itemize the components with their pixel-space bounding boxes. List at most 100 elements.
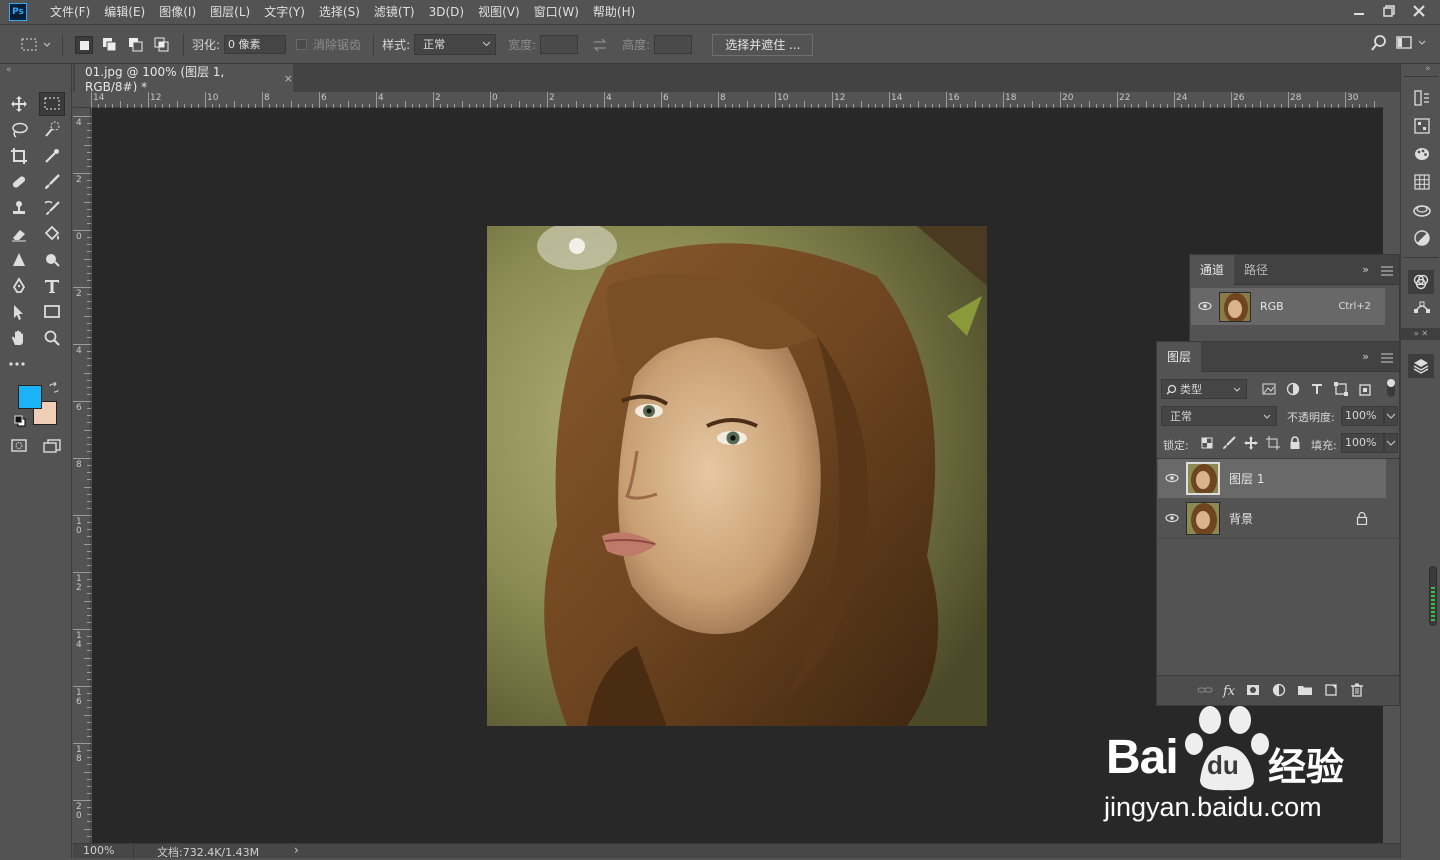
close-document-icon[interactable]: × <box>284 72 293 85</box>
document-image[interactable] <box>487 226 987 726</box>
libraries-panel-icon[interactable] <box>1412 200 1432 220</box>
paint-bucket-tool-icon[interactable] <box>39 222 65 246</box>
filter-smart-object-icon[interactable] <box>1357 381 1373 400</box>
blend-mode-dropdown[interactable]: 正常 <box>1161 406 1277 426</box>
pen-tool-icon[interactable] <box>6 274 32 298</box>
menu-help[interactable]: 帮助(H) <box>586 0 642 25</box>
lock-position-icon[interactable] <box>1243 435 1259 454</box>
eraser-tool-icon[interactable] <box>6 222 32 246</box>
color-panel-icon[interactable] <box>1412 144 1432 164</box>
width-input[interactable] <box>540 35 579 54</box>
history-brush-tool-icon[interactable] <box>39 196 65 220</box>
layer-name[interactable]: 图层 1 <box>1229 470 1264 487</box>
rectangle-tool-icon[interactable] <box>39 300 65 324</box>
blur-tool-icon[interactable] <box>6 248 32 272</box>
edit-toolbar-icon[interactable] <box>6 352 32 376</box>
menu-view[interactable]: 视图(V) <box>471 0 527 25</box>
new-adjustment-layer-icon[interactable] <box>1271 682 1287 701</box>
filter-shape-icon[interactable] <box>1333 381 1349 400</box>
eyedropper-tool-icon[interactable] <box>39 144 65 168</box>
tab-paths[interactable]: 路径 <box>1234 255 1278 285</box>
tab-channels[interactable]: 通道 <box>1190 254 1235 285</box>
status-menu-arrow-icon[interactable]: › <box>294 843 299 857</box>
menu-3d[interactable]: 3D(D) <box>422 0 471 25</box>
workspace-icon[interactable] <box>1394 34 1430 54</box>
path-selection-tool-icon[interactable] <box>6 300 32 324</box>
move-tool-icon[interactable] <box>6 92 32 116</box>
type-tool-icon[interactable] <box>39 274 65 298</box>
restore-icon[interactable] <box>1374 0 1404 22</box>
eye-icon[interactable] <box>1191 300 1219 314</box>
menu-select[interactable]: 选择(S) <box>312 0 367 25</box>
channels-panel-icon[interactable] <box>1408 270 1434 294</box>
menu-layer[interactable]: 图层(L) <box>203 0 257 25</box>
feather-input[interactable]: 0 像素 <box>224 35 287 54</box>
layer-filter-dropdown[interactable]: 类型 <box>1161 379 1247 399</box>
lock-all-icon[interactable] <box>1287 435 1303 454</box>
zoom-level[interactable]: 100% <box>83 844 114 857</box>
panel-collapse-icon[interactable]: » <box>1362 350 1369 363</box>
minimize-icon[interactable] <box>1344 0 1374 22</box>
lock-image-pixels-icon[interactable] <box>1221 435 1237 454</box>
brush-tool-icon[interactable] <box>39 170 65 194</box>
filter-type-icon[interactable] <box>1309 381 1325 400</box>
swap-dimensions-icon[interactable] <box>592 37 608 53</box>
panel-collapse-icon[interactable]: » <box>1362 263 1369 276</box>
quick-mask-icon[interactable] <box>6 434 32 458</box>
panel-menu-icon[interactable] <box>1381 265 1393 279</box>
swatches-panel-icon[interactable] <box>1412 172 1432 192</box>
foreground-color-swatch[interactable] <box>18 385 42 409</box>
fill-input[interactable]: 100% <box>1341 433 1384 453</box>
menu-edit[interactable]: 编辑(E) <box>97 0 152 25</box>
scroll-indicator[interactable] <box>1429 566 1437 626</box>
adjustments-panel-icon[interactable] <box>1412 228 1432 248</box>
lock-artboard-icon[interactable] <box>1265 435 1281 454</box>
filter-adjustment-icon[interactable] <box>1285 381 1301 400</box>
crop-tool-icon[interactable] <box>6 144 32 168</box>
swap-colors-icon[interactable] <box>48 381 60 394</box>
eye-icon[interactable] <box>1158 512 1186 526</box>
new-selection-icon[interactable] <box>75 35 93 54</box>
new-layer-icon[interactable] <box>1323 682 1339 701</box>
new-group-icon[interactable] <box>1297 682 1313 701</box>
fill-slider-toggle-icon[interactable] <box>1384 433 1398 453</box>
add-selection-icon[interactable] <box>101 36 119 54</box>
marquee-preset-icon[interactable] <box>20 34 54 56</box>
eye-icon[interactable] <box>1158 472 1186 486</box>
tab-layers[interactable]: 图层 <box>1157 341 1202 372</box>
toolbar-collapse-icon[interactable]: « <box>6 65 12 75</box>
lock-transparent-pixels-icon[interactable] <box>1199 435 1215 454</box>
zoom-tool-icon[interactable] <box>39 326 65 350</box>
channel-row-rgb[interactable]: RGB Ctrl+2 <box>1191 288 1385 325</box>
menu-file[interactable]: 文件(F) <box>43 0 97 25</box>
style-dropdown[interactable]: 正常 <box>414 34 497 55</box>
opacity-input[interactable]: 100% <box>1341 406 1384 426</box>
properties-panel-icon[interactable] <box>1412 116 1432 136</box>
close-icon[interactable] <box>1404 0 1434 22</box>
layer-name[interactable]: 背景 <box>1229 510 1253 527</box>
rectangular-marquee-tool-icon[interactable] <box>39 92 65 116</box>
hand-tool-icon[interactable] <box>6 326 32 350</box>
clone-stamp-tool-icon[interactable] <box>6 196 32 220</box>
intersect-selection-icon[interactable] <box>153 36 171 54</box>
dodge-tool-icon[interactable] <box>39 248 65 272</box>
layers-panel-icon[interactable] <box>1408 354 1434 378</box>
subtract-selection-icon[interactable] <box>127 36 145 54</box>
delete-layer-icon[interactable] <box>1349 682 1365 701</box>
select-and-mask-button[interactable]: 选择并遮住 ... <box>712 33 814 56</box>
menu-filter[interactable]: 滤镜(T) <box>367 0 422 25</box>
filter-toggle-icon[interactable] <box>1387 379 1395 397</box>
menu-window[interactable]: 窗口(W) <box>527 0 586 25</box>
healing-brush-tool-icon[interactable] <box>6 170 32 194</box>
panel-menu-icon[interactable] <box>1381 352 1393 366</box>
screen-mode-icon[interactable] <box>39 434 65 458</box>
search-icon[interactable] <box>1370 34 1394 54</box>
opacity-slider-toggle-icon[interactable] <box>1384 406 1398 426</box>
quick-selection-tool-icon[interactable] <box>39 118 65 142</box>
add-mask-icon[interactable] <box>1245 682 1261 701</box>
dock-collapse-icon[interactable]: » <box>1425 64 1431 74</box>
link-layers-icon[interactable] <box>1197 682 1213 701</box>
lock-icon[interactable] <box>1356 511 1368 528</box>
history-panel-icon[interactable] <box>1412 88 1432 108</box>
dock-group-header[interactable]: » ✕ <box>1401 328 1440 340</box>
